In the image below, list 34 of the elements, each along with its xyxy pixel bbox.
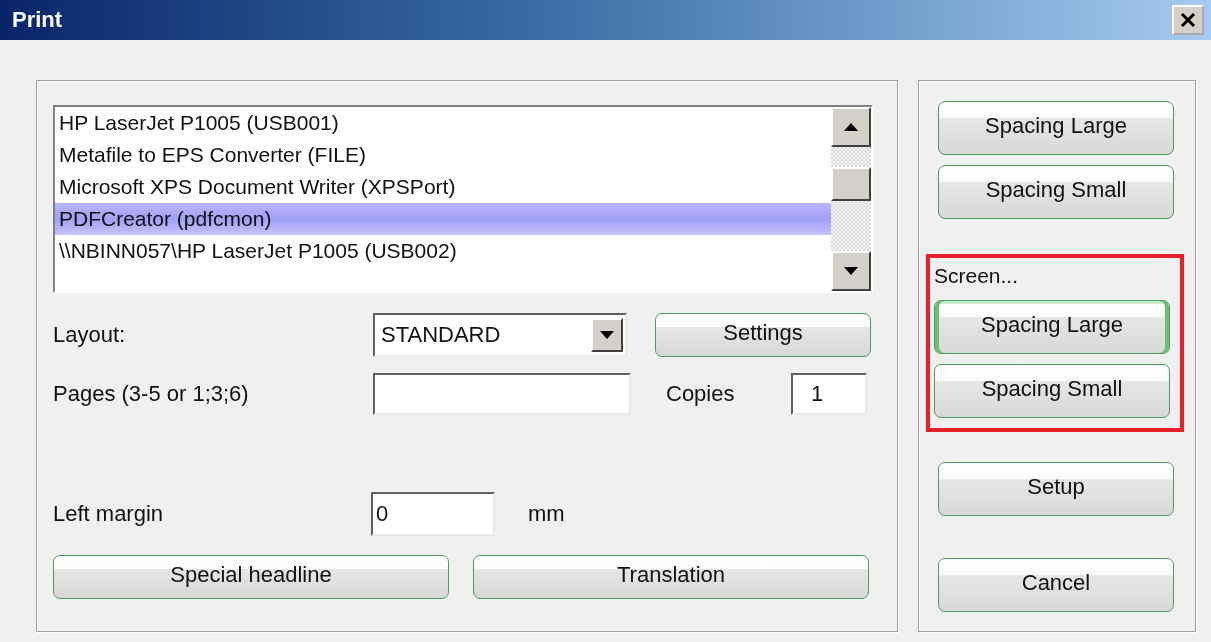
pages-label: Pages (3-5 or 1;3;6) xyxy=(53,381,250,407)
setup-button[interactable]: Setup xyxy=(938,462,1174,516)
scroll-down-button[interactable] xyxy=(831,251,871,291)
spacing-large-button[interactable]: Spacing Large xyxy=(938,101,1174,155)
settings-button[interactable]: Settings xyxy=(655,313,871,357)
scroll-thumb[interactable] xyxy=(831,167,871,201)
special-headline-button[interactable]: Special headline xyxy=(53,555,449,599)
left-margin-label: Left margin xyxy=(53,501,165,527)
close-icon xyxy=(1180,12,1196,28)
window-title: Print xyxy=(12,7,63,33)
spacing-small-button[interactable]: Spacing Small xyxy=(934,364,1170,418)
layout-label: Layout: xyxy=(53,322,127,348)
close-button[interactable] xyxy=(1172,5,1204,35)
cancel-button[interactable]: Cancel xyxy=(938,558,1174,612)
copies-field[interactable]: 1 xyxy=(791,373,867,415)
down-arrow-icon xyxy=(844,267,858,275)
printer-item[interactable]: PDFCreator (pdfcmon) xyxy=(55,203,831,235)
printer-item[interactable]: Microsoft XPS Document Writer (XPSPort) xyxy=(55,171,831,203)
translation-button[interactable]: Translation xyxy=(473,555,869,599)
scroll-up-button[interactable] xyxy=(831,107,871,147)
printer-item[interactable]: HP LaserJet P1005 (USB001) xyxy=(55,107,831,139)
spacing-large-button[interactable]: Spacing Large xyxy=(934,300,1170,354)
scrollbar[interactable] xyxy=(831,107,871,291)
screen-label: Screen... xyxy=(934,264,1020,289)
printer-item[interactable]: Metafile to EPS Converter (FILE) xyxy=(55,139,831,171)
copies-label: Copies xyxy=(666,381,736,407)
spacing-small-button[interactable]: Spacing Small xyxy=(938,165,1174,219)
up-arrow-icon xyxy=(844,123,858,131)
pages-field[interactable] xyxy=(373,373,631,415)
unit-label: mm xyxy=(528,501,565,527)
dropdown-arrow-icon xyxy=(600,331,614,339)
left-margin-field[interactable]: 0 xyxy=(371,492,495,536)
printer-item[interactable]: \\NBINN057\HP LaserJet P1005 (USB002) xyxy=(55,235,831,267)
layout-dropdown[interactable]: STANDARD xyxy=(373,313,627,357)
